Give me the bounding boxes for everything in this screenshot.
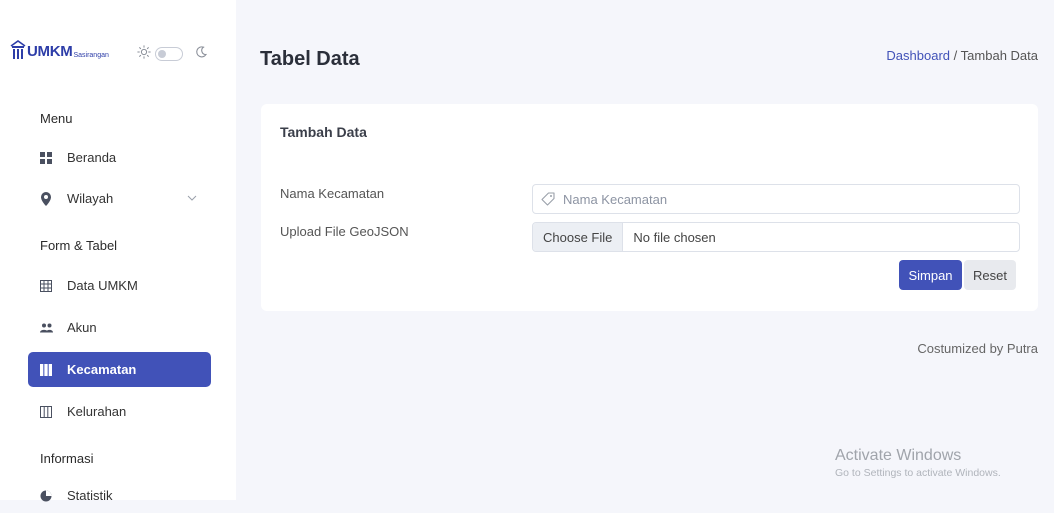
choose-file-button[interactable]: Choose File <box>533 223 624 251</box>
chevron-down-icon[interactable] <box>187 193 197 203</box>
grid-icon <box>39 151 53 165</box>
sidebar-item-kelurahan[interactable]: Kelurahan <box>28 394 211 429</box>
sidebar-item-data-umkm[interactable]: Data UMKM <box>28 268 211 303</box>
brand-subtitle: Sasirangan <box>73 52 109 59</box>
umkm-building-icon <box>10 40 26 59</box>
users-icon <box>39 321 53 335</box>
sidebar-item-label: Statistik <box>67 488 113 503</box>
sidebar-item-label: Data UMKM <box>67 278 138 293</box>
table-icon <box>39 279 53 293</box>
breadcrumb-separator: / <box>953 48 958 63</box>
sidebar-item-wilayah[interactable]: Wilayah <box>28 181 211 216</box>
reset-button[interactable]: Reset <box>964 260 1016 290</box>
sidebar-item-label: Wilayah <box>67 191 114 206</box>
menu-heading-informasi: Informasi <box>40 451 94 466</box>
windows-activation-title: Activate Windows <box>835 447 962 464</box>
sidebar-item-kecamatan[interactable]: Kecamatan <box>28 352 211 387</box>
sidebar: UMKM Sasirangan Menu Beranda Wilayah For… <box>0 0 236 503</box>
breadcrumb: Dashboard / Tambah Data <box>886 48 1038 63</box>
geojson-file-input[interactable]: Choose File No file chosen <box>532 222 1020 252</box>
toggle-knob <box>158 49 166 58</box>
sidebar-item-beranda[interactable]: Beranda <box>28 140 211 175</box>
pie-chart-icon <box>39 489 53 503</box>
sun-icon <box>137 45 151 59</box>
brand-name: UMKM <box>27 43 73 60</box>
form-card: Tambah Data Nama Kecamatan Upload File G… <box>261 104 1038 311</box>
nama-kecamatan-label: Nama Kecamatan <box>280 186 385 201</box>
moon-icon <box>196 46 208 58</box>
nama-kecamatan-input[interactable] <box>563 191 963 207</box>
sidebar-item-label: Kecamatan <box>67 362 137 377</box>
theme-toggle[interactable] <box>155 47 183 61</box>
map-pin-icon <box>39 191 53 206</box>
brand-logo[interactable]: UMKM Sasirangan <box>10 40 109 60</box>
card-title: Tambah Data <box>280 124 367 140</box>
columns-icon <box>39 363 53 377</box>
sidebar-item-label: Beranda <box>67 150 117 165</box>
page-title: Tabel Data <box>260 48 360 70</box>
footer-credit: Costumized by Putra <box>917 341 1038 356</box>
file-status-text: No file chosen <box>633 229 716 245</box>
menu-heading-menu: Menu <box>40 111 73 126</box>
windows-activation-subtitle: Go to Settings to activate Windows. <box>835 467 1001 479</box>
sidebar-item-statistik[interactable]: Statistik <box>28 478 211 513</box>
sidebar-item-akun[interactable]: Akun <box>28 310 211 345</box>
simpan-button[interactable]: Simpan <box>899 260 962 290</box>
nama-kecamatan-field[interactable] <box>532 184 1020 214</box>
sidebar-item-label: Kelurahan <box>67 404 127 419</box>
breadcrumb-dashboard-link[interactable]: Dashboard <box>886 48 950 63</box>
breadcrumb-current: Tambah Data <box>960 48 1038 63</box>
upload-geojson-label: Upload File GeoJSON <box>280 224 409 239</box>
menu-heading-form-tabel: Form & Tabel <box>40 238 118 253</box>
columns-icon <box>39 405 53 419</box>
sidebar-item-label: Akun <box>67 320 97 335</box>
tag-icon <box>541 192 555 206</box>
